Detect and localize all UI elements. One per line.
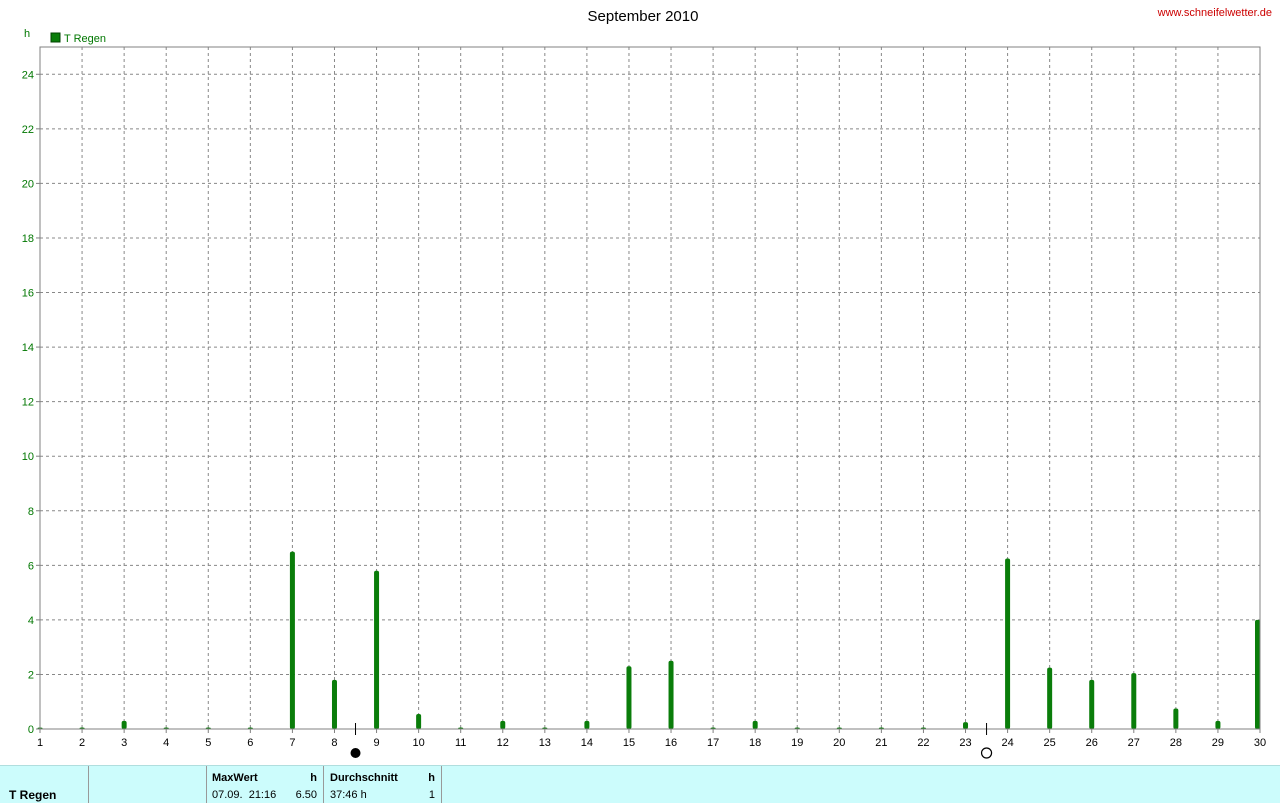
y-tick-label: 16 bbox=[22, 288, 34, 300]
x-axis: 1 2 3 4 5 6 7 8 9 10 11 12 13 14 15 16 17 18 19 20 21 22 23 24 2… bbox=[37, 729, 1266, 749]
bar bbox=[1005, 558, 1011, 729]
x-tick-label: 28 bbox=[1170, 737, 1182, 749]
x-tick-label: 19 bbox=[791, 737, 803, 749]
full-moon-icon bbox=[980, 747, 993, 759]
y-tick-label: 8 bbox=[28, 506, 34, 518]
legend-swatch bbox=[50, 32, 61, 43]
x-tick-label: 5 bbox=[205, 737, 211, 749]
x-tick-label: 6 bbox=[247, 737, 253, 749]
x-tick-label: 4 bbox=[163, 737, 169, 749]
y-tick-label: 2 bbox=[28, 669, 34, 681]
footer-avg-unit: h bbox=[428, 772, 435, 784]
x-tick-label: 16 bbox=[665, 737, 677, 749]
y-tick-label: 20 bbox=[22, 178, 34, 190]
site-url: www.schneifelwetter.de bbox=[1157, 7, 1272, 19]
bar bbox=[1131, 673, 1137, 729]
y-tick-label: 12 bbox=[22, 397, 34, 409]
y-tick-label: 10 bbox=[22, 451, 34, 463]
bar bbox=[626, 666, 632, 729]
bar bbox=[752, 720, 758, 729]
footer-maxwert-value: 6.50 bbox=[295, 789, 317, 801]
bar bbox=[584, 720, 590, 729]
y-tick-label: 24 bbox=[22, 69, 34, 81]
bar bbox=[1215, 720, 1221, 729]
x-tick-label: 9 bbox=[373, 737, 379, 749]
x-tick-label: 17 bbox=[707, 737, 719, 749]
x-tick-label: 27 bbox=[1128, 737, 1140, 749]
bar bbox=[1255, 619, 1260, 729]
x-tick-label: 30 bbox=[1254, 737, 1266, 749]
y-tick-label: 18 bbox=[22, 233, 34, 245]
y-tick-label: 4 bbox=[28, 615, 34, 627]
bars bbox=[37, 551, 1260, 729]
x-tick-label: 10 bbox=[412, 737, 424, 749]
footer-maxwert-label: MaxWert bbox=[212, 772, 258, 784]
footer-avg-label: Durchschnitt bbox=[330, 772, 398, 784]
chart-area: September 2010 h T Regen 024681012141618… bbox=[22, 8, 1266, 759]
footer-series-label: T Regen bbox=[9, 788, 57, 802]
footer-avg-cell: Durchschnitt h 37:46 h 1 bbox=[323, 766, 442, 803]
x-tick-label: 23 bbox=[959, 737, 971, 749]
footer-maxwert-datetime: 07.09. 21:16 bbox=[212, 789, 277, 801]
x-tick-label: 11 bbox=[455, 737, 466, 749]
summary-footer: T Regen MaxWert h 07.09. 21:16 6.50 Durc… bbox=[0, 765, 1280, 803]
grid bbox=[40, 47, 1260, 729]
bar bbox=[289, 551, 295, 729]
x-tick-label: 15 bbox=[623, 737, 635, 749]
plot-frame bbox=[39, 46, 1261, 730]
y-axis-unit-label: h bbox=[24, 28, 30, 40]
y-tick-label: 14 bbox=[22, 342, 34, 354]
x-tick-label: 24 bbox=[1001, 737, 1013, 749]
bar bbox=[963, 722, 969, 729]
x-tick-label: 18 bbox=[749, 737, 761, 749]
x-tick-label: 14 bbox=[581, 737, 593, 749]
x-tick-label: 7 bbox=[289, 737, 295, 749]
bar bbox=[331, 679, 337, 729]
chart-title: September 2010 bbox=[588, 8, 699, 25]
bar bbox=[1089, 679, 1095, 729]
x-tick-label: 21 bbox=[875, 737, 887, 749]
x-tick-label: 8 bbox=[331, 737, 337, 749]
footer-maxwert-unit: h bbox=[310, 772, 317, 784]
footer-divider bbox=[88, 766, 89, 803]
bar bbox=[374, 570, 380, 729]
bar bbox=[668, 660, 674, 729]
y-tick-label: 22 bbox=[22, 124, 34, 136]
x-tick-label: 12 bbox=[497, 737, 509, 749]
footer-maxwert-cell: MaxWert h 07.09. 21:16 6.50 bbox=[206, 766, 323, 803]
x-tick-label: 20 bbox=[833, 737, 845, 749]
x-tick-label: 2 bbox=[79, 737, 85, 749]
legend-label: T Regen bbox=[64, 33, 106, 45]
x-tick-label: 26 bbox=[1086, 737, 1098, 749]
x-tick-label: 13 bbox=[539, 737, 551, 749]
x-tick-label: 1 bbox=[37, 737, 43, 749]
y-axis: 024681012141618202224 bbox=[22, 69, 40, 736]
x-tick-label: 3 bbox=[121, 737, 127, 749]
footer-avg-count: 1 bbox=[428, 789, 435, 801]
footer-avg-value: 37:46 h bbox=[330, 789, 367, 801]
bar bbox=[1047, 667, 1053, 729]
bar bbox=[1173, 708, 1179, 729]
x-tick-label: 29 bbox=[1212, 737, 1224, 749]
y-tick-label: 0 bbox=[28, 724, 34, 736]
bar bbox=[500, 720, 506, 729]
x-tick-label: 22 bbox=[917, 737, 929, 749]
bar bbox=[121, 720, 127, 729]
y-tick-label: 6 bbox=[28, 560, 34, 572]
bar bbox=[416, 713, 422, 729]
new-moon-icon bbox=[350, 748, 361, 758]
x-tick-label: 25 bbox=[1044, 737, 1056, 749]
